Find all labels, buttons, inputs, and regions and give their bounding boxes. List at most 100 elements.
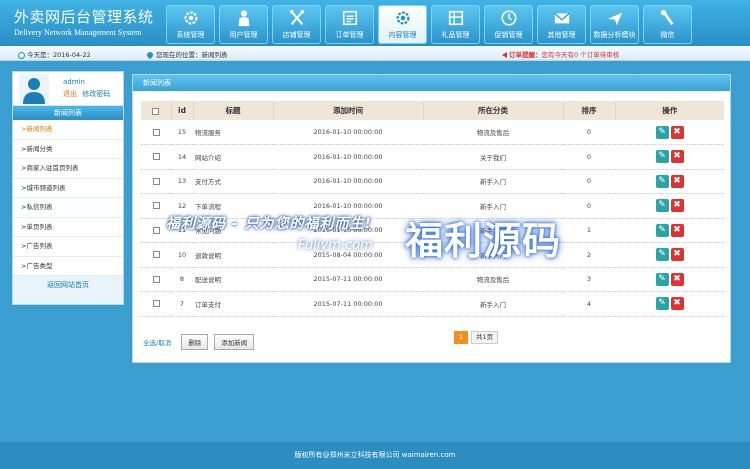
table-row: 13 支付方式 2016-01-10 00:00:00 新手入门 0 ✎ ✖	[141, 169, 724, 194]
row-checkbox-cell[interactable]	[141, 267, 171, 292]
delete-icon[interactable]: ✖	[670, 125, 684, 139]
table-row: 15 物流服务 2016-01-10 00:00:00 物流及售后 0 ✎ ✖	[141, 120, 724, 145]
edit-icon[interactable]: ✎	[655, 223, 669, 237]
change-password-link[interactable]: 修改密码	[82, 90, 110, 98]
edit-icon[interactable]: ✎	[655, 199, 669, 213]
row-sort: 4	[563, 291, 615, 317]
table-header: id 标题 添加时间 所在分类 排序 操作	[141, 101, 724, 120]
nav-wechat[interactable]: 微信	[643, 5, 692, 44]
header-id: id	[171, 101, 194, 120]
edit-icon[interactable]: ✎	[655, 272, 669, 286]
logout-link[interactable]: 退出	[63, 90, 77, 98]
notice-prefix: 订单提醒：	[509, 51, 542, 59]
username: admin	[63, 78, 85, 86]
footer: 版权所有@郑州米立科技有限公司 waimairen.com	[0, 442, 750, 469]
nav-label: 系统管理	[176, 31, 205, 39]
row-actions: ✎ ✖	[615, 120, 724, 145]
select-all-checkbox[interactable]	[152, 107, 160, 115]
delete-icon[interactable]: ✖	[670, 199, 684, 213]
sidebar-item-news-category[interactable]: >新闻分类	[13, 140, 123, 159]
row-checkbox-cell[interactable]	[141, 120, 171, 145]
nav-content[interactable]: 内容管理	[378, 5, 427, 44]
row-category: 物流及售后	[423, 120, 563, 145]
sidebar-item-city-channel[interactable]: >城市频道列表	[13, 179, 123, 198]
sidebar-item-label: 私信列表	[26, 203, 53, 211]
location-value: 您现在的位置：新闻列表	[156, 51, 228, 59]
nav-label: 内容管理	[388, 31, 417, 39]
row-actions: ✎ ✖	[615, 218, 724, 243]
nav-order[interactable]: 订单管理	[325, 5, 374, 44]
delete-icon[interactable]: ✖	[670, 297, 684, 311]
nav-label: 店铺管理	[282, 31, 311, 39]
row-checkbox[interactable]	[152, 153, 160, 161]
edit-icon[interactable]: ✎	[655, 125, 669, 139]
nav-shop[interactable]: 店铺管理	[272, 5, 321, 44]
header-checkbox[interactable]	[141, 101, 172, 120]
row-checkbox[interactable]	[152, 128, 160, 136]
delete-button[interactable]: 删除	[181, 334, 209, 350]
nav-label: 礼品管理	[441, 31, 470, 39]
sidebar-item-messages[interactable]: >私信列表	[13, 198, 123, 218]
edit-icon[interactable]: ✎	[655, 297, 669, 311]
sidebar-item-merchant-list[interactable]: >商家入驻首页列表	[13, 159, 123, 179]
speaker-icon	[502, 52, 507, 58]
add-news-button[interactable]: 添加新闻	[214, 334, 255, 350]
row-title[interactable]: 物流服务	[193, 120, 273, 145]
row-actions: ✎ ✖	[615, 144, 724, 170]
edit-icon[interactable]: ✎	[655, 174, 669, 188]
header-title: 标题	[193, 101, 274, 120]
row-checkbox-cell[interactable]	[141, 144, 171, 170]
row-title[interactable]: 网站介绍	[193, 144, 273, 170]
select-all-link[interactable]: 全选/取消	[143, 337, 171, 347]
row-category: 新手入门	[423, 169, 563, 194]
nav-promo[interactable]: 促销管理	[484, 5, 533, 44]
avatar	[19, 74, 49, 104]
edit-icon[interactable]: ✎	[655, 150, 669, 164]
nav-other[interactable]: 其他管理	[537, 5, 586, 44]
header-category: 所在分类	[423, 101, 564, 120]
row-title[interactable]: 配送说明	[193, 267, 273, 292]
row-id: 15	[171, 120, 193, 145]
delete-icon[interactable]: ✖	[670, 150, 684, 164]
date-value: 今天是：2016-04-22	[27, 51, 91, 59]
clock-icon	[18, 51, 25, 59]
sidebar-item-label: 单页列表	[26, 222, 53, 231]
delete-icon[interactable]: ✖	[670, 248, 684, 262]
user-links: 退出 修改密码	[63, 89, 110, 99]
sidebar-item-ad-types[interactable]: >广告类型	[13, 257, 123, 276]
top-nav: 系统管理 用户管理 店铺管理 订单管理 内容管理 礼品管理 促销管理 其他管理	[166, 5, 696, 44]
info-bar: 今天是：2016-04-22 您现在的位置：新闻列表 订单提醒：您有今天有0 个…	[0, 46, 750, 61]
delete-icon[interactable]: ✖	[670, 272, 684, 286]
nav-gift[interactable]: 礼品管理	[431, 5, 480, 44]
row-title[interactable]: 订单支付	[193, 291, 273, 317]
row-checkbox[interactable]	[152, 300, 160, 308]
sidebar-item-label: 商家入驻首页列表	[26, 164, 79, 172]
clock-icon	[500, 10, 517, 26]
nav-user[interactable]: 用户管理	[219, 5, 268, 44]
row-sort: 0	[563, 120, 615, 145]
row-sort: 0	[563, 144, 615, 170]
delete-icon[interactable]: ✖	[670, 223, 684, 237]
sidebar-item-news-list[interactable]: >新闻列表	[13, 120, 123, 140]
pagination: 1 共1页	[454, 331, 499, 344]
page-current[interactable]: 1	[454, 331, 468, 344]
row-checkbox-cell[interactable]	[141, 291, 171, 317]
delete-icon[interactable]: ✖	[670, 174, 684, 188]
row-checkbox[interactable]	[152, 177, 160, 185]
sidebar-item-pages[interactable]: >单页列表	[13, 218, 123, 237]
row-sort: 3	[563, 267, 615, 292]
order-notice[interactable]: 订单提醒：您有今天有0 个订单待审核	[502, 49, 619, 59]
nav-analytics[interactable]: 数据分析模块	[590, 5, 639, 44]
edit-icon[interactable]: ✎	[655, 248, 669, 262]
row-title[interactable]: 支付方式	[193, 169, 273, 194]
sidebar-item-ads[interactable]: >广告列表	[13, 237, 123, 257]
nav-system[interactable]: 系统管理	[166, 5, 215, 44]
row-actions: ✎ ✖	[615, 169, 724, 194]
row-checkbox-cell[interactable]	[141, 169, 171, 194]
back-to-home-link[interactable]: 返回网站首页	[13, 276, 123, 290]
logo-title: 外卖网后台管理系统	[14, 8, 154, 26]
row-sort: 0	[563, 169, 615, 194]
row-checkbox[interactable]	[152, 275, 160, 283]
row-category: 关于我们	[423, 144, 563, 170]
sidebar: admin 退出 修改密码 新闻列表 >新闻列表 >新闻分类 >商家入驻首页列表…	[12, 71, 124, 305]
